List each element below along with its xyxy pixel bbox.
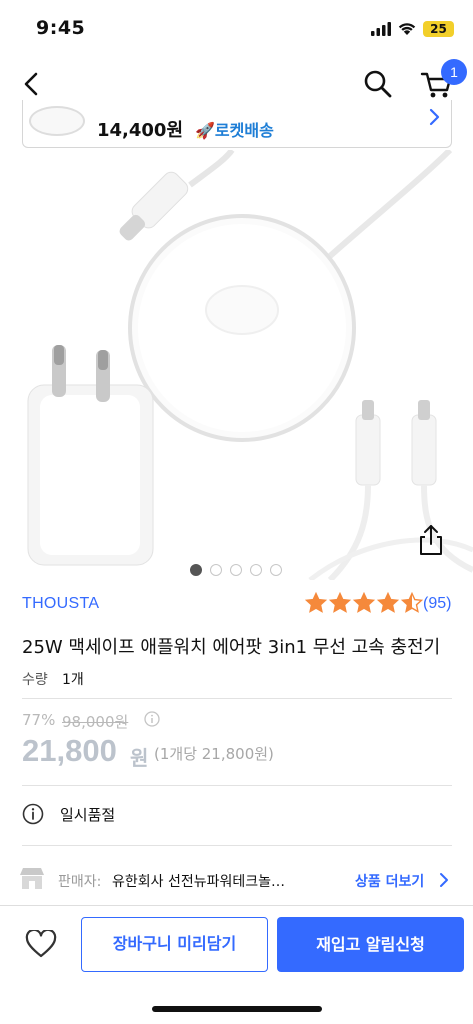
star-icon bbox=[305, 592, 327, 613]
battery-icon: 25 bbox=[423, 21, 454, 37]
quantity-label: 수량 bbox=[22, 672, 48, 688]
chevron-right-icon[interactable] bbox=[438, 871, 450, 889]
product-image-illustration bbox=[27, 150, 473, 580]
heart-icon[interactable] bbox=[25, 930, 57, 958]
recommend-banner[interactable]: 14,400원 🚀로켓배송 bbox=[22, 100, 452, 148]
recommend-price: 14,400원 bbox=[97, 120, 184, 141]
product-image[interactable] bbox=[0, 150, 473, 580]
gallery-dot[interactable] bbox=[250, 564, 262, 576]
sale-price-unit: 원 bbox=[130, 746, 149, 770]
divider bbox=[22, 845, 452, 846]
star-icon bbox=[329, 592, 351, 613]
gallery-dot[interactable] bbox=[270, 564, 282, 576]
product-title: 25W 맥세이프 애플워치 에어팟 3in1 무선 고속 충전기 bbox=[22, 637, 441, 658]
store-icon bbox=[20, 868, 44, 889]
discount-rate: 77% bbox=[22, 711, 56, 729]
review-count-link[interactable]: (95) bbox=[423, 595, 451, 613]
star-icon bbox=[353, 592, 375, 613]
seller-label: 판매자: bbox=[58, 874, 102, 890]
info-circle-icon bbox=[22, 803, 44, 825]
signal-icon bbox=[371, 22, 391, 36]
cart-count-badge: 1 bbox=[441, 59, 467, 85]
star-icon bbox=[377, 592, 399, 613]
brand-link[interactable]: THOUSTA bbox=[22, 595, 99, 613]
seller-name[interactable]: 유한회사 선전뉴파워테크놀… bbox=[112, 871, 285, 891]
recommend-thumbnail bbox=[29, 106, 85, 136]
sale-price: 21,800 bbox=[22, 733, 117, 768]
home-indicator[interactable] bbox=[152, 1006, 322, 1012]
star-icon bbox=[401, 592, 423, 613]
more-products-link[interactable]: 상품 더보기 bbox=[355, 871, 424, 891]
gallery-dot[interactable] bbox=[210, 564, 222, 576]
original-price: 98,000원 bbox=[62, 713, 129, 731]
rocket-delivery-label: 🚀로켓배송 bbox=[195, 121, 274, 140]
rating-stars bbox=[305, 592, 423, 614]
search-icon[interactable] bbox=[362, 68, 394, 100]
wifi-icon bbox=[398, 23, 416, 35]
restock-notify-button[interactable]: 재입고 알림신청 bbox=[277, 917, 464, 972]
back-arrow-icon[interactable] bbox=[18, 68, 46, 100]
gallery-dot[interactable] bbox=[230, 564, 242, 576]
gallery-dot[interactable] bbox=[190, 564, 202, 576]
availability-status: 일시품절 bbox=[60, 806, 116, 824]
divider bbox=[22, 698, 452, 699]
gallery-pagination bbox=[190, 564, 290, 576]
share-icon[interactable] bbox=[416, 523, 446, 557]
unit-price: (1개당 21,800원) bbox=[154, 745, 274, 763]
chevron-right-icon[interactable] bbox=[425, 106, 443, 128]
status-bar: 9:45 25 bbox=[0, 0, 473, 58]
info-icon[interactable] bbox=[144, 711, 160, 727]
divider bbox=[22, 785, 452, 786]
status-time: 9:45 bbox=[36, 17, 86, 39]
quantity-value: 1개 bbox=[62, 672, 84, 688]
add-to-cart-button[interactable]: 장바구니 미리담기 bbox=[81, 917, 268, 972]
